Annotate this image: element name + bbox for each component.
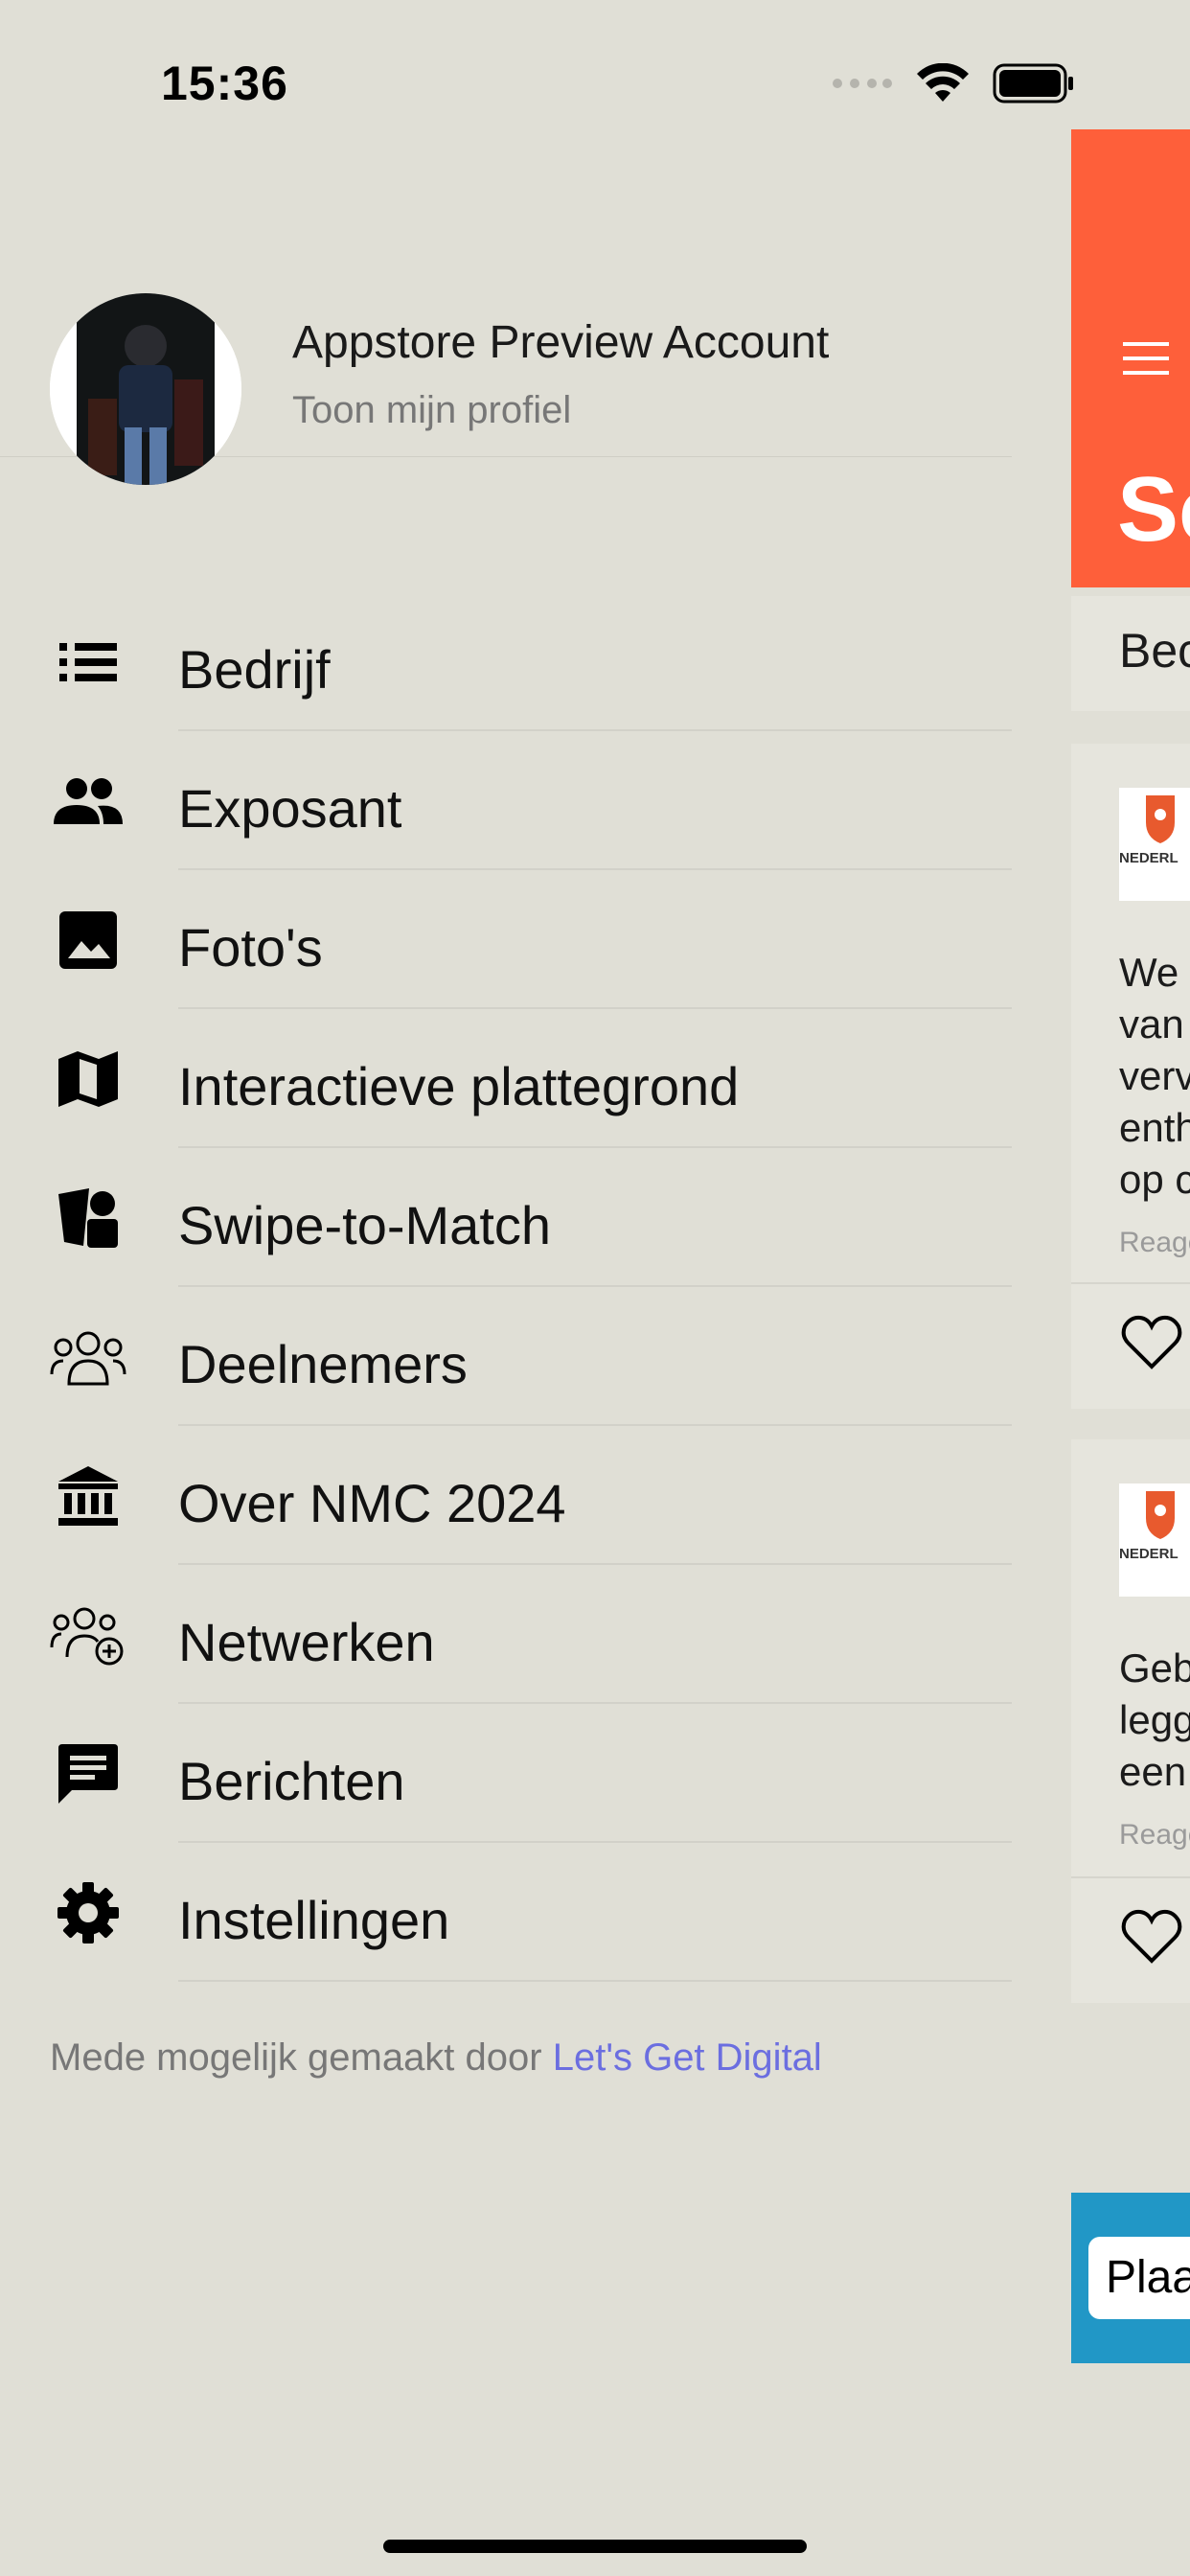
post-line: Geb xyxy=(1119,1645,1190,1690)
menu-label: Instellingen xyxy=(178,1890,450,1950)
people-icon xyxy=(50,1325,126,1389)
post-line: enth xyxy=(1119,1105,1190,1150)
company-logo: NEDERL xyxy=(1119,1484,1190,1597)
status-icons xyxy=(832,63,1075,104)
profile-name: Appstore Preview Account xyxy=(292,317,830,368)
credit-prefix: Mede mogelijk gemaakt door xyxy=(50,2036,542,2079)
menu-item-netwerken[interactable]: Netwerken xyxy=(0,1565,1012,1704)
menu-label: Over NMC 2024 xyxy=(178,1473,566,1533)
menu-label: Foto's xyxy=(178,917,323,978)
group-icon xyxy=(50,770,126,833)
bottom-action-bar: Plaa xyxy=(1071,2193,1190,2363)
screen-header: Sc xyxy=(1071,129,1190,587)
company-logo: NEDERL xyxy=(1119,788,1190,901)
menu-item-swipe-to-match[interactable]: Swipe-to-Match xyxy=(0,1148,1012,1287)
battery-icon xyxy=(993,63,1073,104)
list-icon xyxy=(50,631,126,694)
hamburger-menu-icon[interactable] xyxy=(1123,342,1169,375)
menu-label: Netwerken xyxy=(178,1612,435,1672)
divider xyxy=(1071,1282,1190,1284)
post-text: Geb legg een xyxy=(1119,1643,1190,1798)
divider xyxy=(178,1980,1012,1982)
post-meta: Reage xyxy=(1119,1819,1190,1851)
post-button[interactable]: Plaa xyxy=(1088,2237,1190,2319)
post-line: legg xyxy=(1119,1697,1190,1742)
swipe-match-icon xyxy=(50,1186,126,1250)
post-meta: Reage xyxy=(1119,1227,1190,1258)
heart-icon[interactable] xyxy=(1121,1315,1182,1370)
credit-link[interactable]: Let's Get Digital xyxy=(553,2036,822,2079)
menu-item-deelnemers[interactable]: Deelnemers xyxy=(0,1287,1012,1426)
menu-label: Deelnemers xyxy=(178,1334,468,1394)
menu-item-instellingen[interactable]: Instellingen xyxy=(0,1843,1012,1982)
post-line: verv xyxy=(1119,1053,1190,1098)
institution-icon xyxy=(50,1464,126,1528)
post-line: van xyxy=(1119,1001,1184,1046)
menu-label: Bedrijf xyxy=(178,639,331,700)
post-text: We van verv enth op c xyxy=(1119,947,1190,1206)
logo-text: NEDERL xyxy=(1119,1546,1179,1562)
underlying-screen[interactable]: Sc Bec NEDERL We van verv enth op c Reag… xyxy=(1071,0,1190,2576)
people-add-icon xyxy=(50,1603,126,1667)
credit-line: Mede mogelijk gemaakt door Let's Get Dig… xyxy=(50,2036,822,2080)
menu-item-berichten[interactable]: Berichten xyxy=(0,1704,1012,1843)
status-bar: 15:36 xyxy=(0,0,1190,134)
post-line: op c xyxy=(1119,1157,1190,1202)
message-icon xyxy=(50,1742,126,1806)
post-line: We xyxy=(1119,950,1179,995)
map-icon xyxy=(50,1047,126,1111)
status-time: 15:36 xyxy=(161,57,288,110)
image-icon xyxy=(50,908,126,972)
avatar[interactable] xyxy=(50,293,241,485)
navigation-drawer: Appstore Preview Account Toon mijn profi… xyxy=(0,134,1012,2576)
menu-label: Swipe-to-Match xyxy=(178,1195,552,1255)
home-indicator[interactable] xyxy=(383,2540,807,2553)
view-profile-link[interactable]: Toon mijn profiel xyxy=(292,389,571,432)
gear-icon xyxy=(50,1881,126,1944)
menu-label: Exposant xyxy=(178,778,402,839)
drawer-menu: Bedrijf Exposant Foto's Interactieve pla… xyxy=(0,592,1012,1982)
screen-title: Sc xyxy=(1117,458,1190,561)
avatar-photo xyxy=(50,293,241,485)
menu-item-bedrijf[interactable]: Bedrijf xyxy=(0,592,1012,731)
menu-label: Interactieve plattegrond xyxy=(178,1056,740,1116)
menu-item-plattegrond[interactable]: Interactieve plattegrond xyxy=(0,1009,1012,1148)
menu-item-exposant[interactable]: Exposant xyxy=(0,731,1012,870)
post-line: een xyxy=(1119,1749,1187,1794)
tab-label: Bec xyxy=(1119,624,1190,678)
divider xyxy=(1071,1876,1190,1878)
post-card[interactable]: NEDERL We van verv enth op c Reage xyxy=(1071,744,1190,1409)
wifi-icon xyxy=(917,63,969,102)
post-card[interactable]: NEDERL Geb legg een Reage xyxy=(1071,1439,1190,2003)
menu-label: Berichten xyxy=(178,1751,405,1811)
tab-bar[interactable]: Bec xyxy=(1071,596,1190,711)
profile-header[interactable]: Appstore Preview Account Toon mijn profi… xyxy=(0,211,1012,485)
menu-item-over-nmc[interactable]: Over NMC 2024 xyxy=(0,1426,1012,1565)
signal-icon xyxy=(833,79,892,88)
menu-item-fotos[interactable]: Foto's xyxy=(0,870,1012,1009)
heart-icon[interactable] xyxy=(1121,1909,1182,1965)
logo-text: NEDERL xyxy=(1119,850,1179,866)
